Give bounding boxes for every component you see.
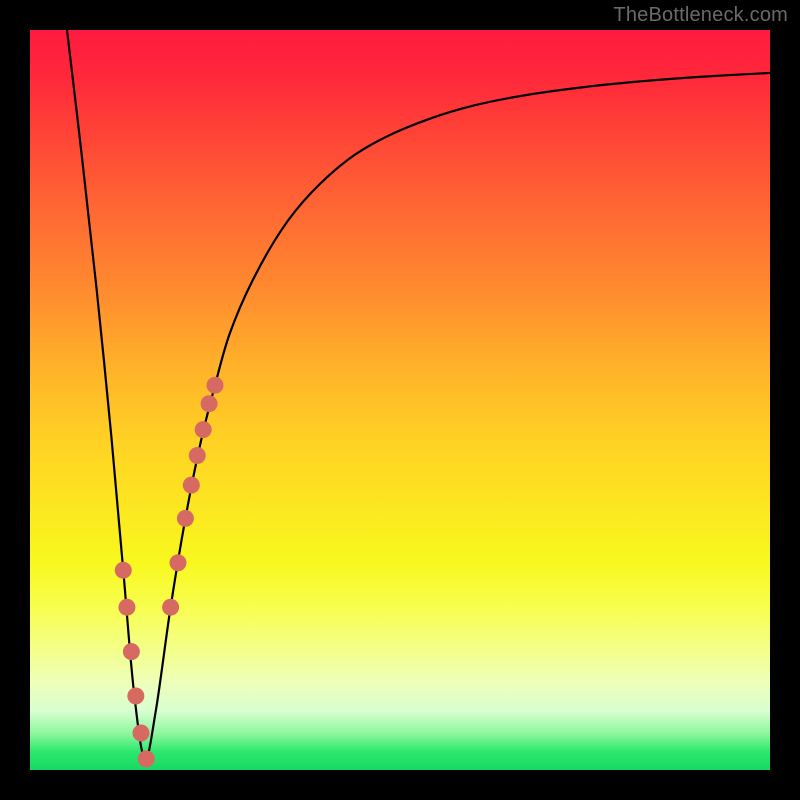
marker-dot [201, 395, 218, 412]
marker-dot [189, 447, 206, 464]
marker-dot [138, 750, 155, 767]
marker-dot [133, 725, 150, 742]
marker-dot [207, 377, 224, 394]
watermark-text: TheBottleneck.com [613, 4, 788, 27]
marker-dot [170, 554, 187, 571]
marker-dot [183, 477, 200, 494]
bottleneck-curve [67, 30, 770, 759]
marker-dot [127, 688, 144, 705]
marker-dot [123, 643, 140, 660]
plot-area [30, 30, 770, 770]
marker-dot [162, 599, 179, 616]
marker-dot [177, 510, 194, 527]
marker-dot [195, 421, 212, 438]
chart-frame: TheBottleneck.com [0, 0, 800, 800]
chart-svg [30, 30, 770, 770]
marker-dot [118, 599, 135, 616]
highlight-markers [115, 377, 224, 768]
marker-dot [115, 562, 132, 579]
